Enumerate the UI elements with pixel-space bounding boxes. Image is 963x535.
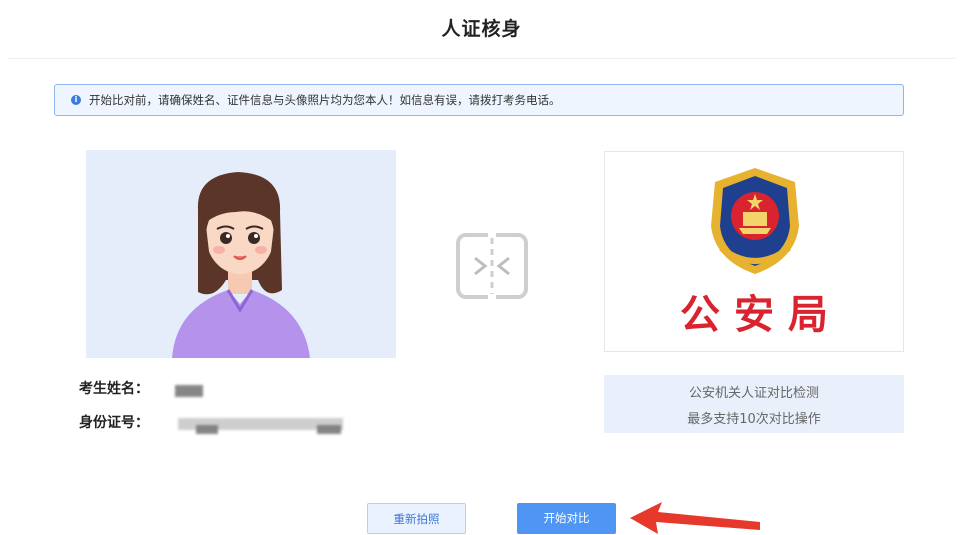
police-label: 公安局 (680, 292, 842, 338)
notice-banner: i 开始比对前，请确保姓名、证件信息与头像照片均为您本人！如信息有误，请拨打考务… (54, 84, 904, 116)
compare-hint: 公安机关人证对比检测 最多支持10次对比操作 (604, 375, 904, 433)
red-arrow-icon (630, 502, 760, 534)
candidate-name-label: 考生姓名： (79, 381, 149, 397)
info-icon: i (71, 95, 81, 105)
notice-text: 开始比对前，请确保姓名、证件信息与头像照片均为您本人！如信息有误，请拨打考务电话… (89, 93, 561, 107)
police-emblem-icon (711, 168, 799, 274)
candidate-id-label: 身份证号： (79, 415, 149, 431)
compare-icon (456, 232, 528, 300)
start-compare-button[interactable]: 开始对比 (517, 503, 616, 534)
title-divider (8, 58, 955, 59)
redacted-name (175, 385, 203, 397)
avatar-illustration (86, 150, 396, 358)
redacted-id-part (317, 425, 341, 434)
retake-photo-button[interactable]: 重新拍照 (367, 503, 466, 534)
captured-photo (86, 150, 396, 358)
police-panel: 公安局 (604, 151, 904, 352)
hint-line-1: 公安机关人证对比检测 (688, 386, 819, 401)
page-title: 人证核身 (441, 18, 522, 40)
hint-line-2: 最多支持10次对比操作 (687, 412, 821, 427)
redacted-id-part (196, 425, 218, 434)
